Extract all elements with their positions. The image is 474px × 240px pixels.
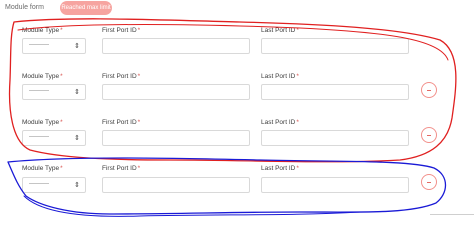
module-type-value: ---------- [29,42,49,48]
module-type-label: Module Type* [22,27,63,34]
first-port-input[interactable] [102,84,250,100]
horizontal-scrollbar[interactable] [430,214,474,215]
first-port-label: First Port ID* [102,27,141,34]
blue-annotation-stroke [23,195,361,217]
module-type-select[interactable]: ---------- ⇕ [22,38,86,54]
remove-row-button[interactable] [421,127,437,143]
minus-icon [427,182,431,183]
max-limit-badge: Reached max limit [60,1,112,15]
module-type-label: Module Type* [22,73,63,80]
first-port-label: First Port ID* [102,119,141,126]
first-port-input[interactable] [102,130,250,146]
first-port-label: First Port ID* [102,165,141,172]
last-port-label: Last Port ID* [261,27,299,34]
remove-row-button[interactable] [421,82,437,98]
module-type-label: Module Type* [22,119,63,126]
module-type-select[interactable]: ---------- ⇕ [22,177,86,193]
first-port-input[interactable] [102,177,250,193]
module-type-select[interactable]: ---------- ⇕ [22,130,86,146]
first-port-input[interactable] [102,38,250,54]
chevron-updown-icon: ⇕ [74,135,80,142]
module-type-select[interactable]: ---------- ⇕ [22,84,86,100]
minus-icon [427,135,431,136]
chevron-updown-icon: ⇕ [74,182,80,189]
last-port-input[interactable] [261,177,409,193]
last-port-label: Last Port ID* [261,73,299,80]
last-port-label: Last Port ID* [261,165,299,172]
chevron-updown-icon: ⇕ [74,89,80,96]
last-port-input[interactable] [261,130,409,146]
form-title: Module form [5,4,44,11]
chevron-updown-icon: ⇕ [74,43,80,50]
last-port-input[interactable] [261,38,409,54]
first-port-label: First Port ID* [102,73,141,80]
minus-icon [427,90,431,91]
last-port-label: Last Port ID* [261,119,299,126]
last-port-input[interactable] [261,84,409,100]
module-type-value: ---------- [29,134,49,140]
module-type-value: ---------- [29,88,49,94]
module-type-label: Module Type* [22,165,63,172]
module-type-value: ---------- [29,181,49,187]
remove-row-button[interactable] [421,174,437,190]
